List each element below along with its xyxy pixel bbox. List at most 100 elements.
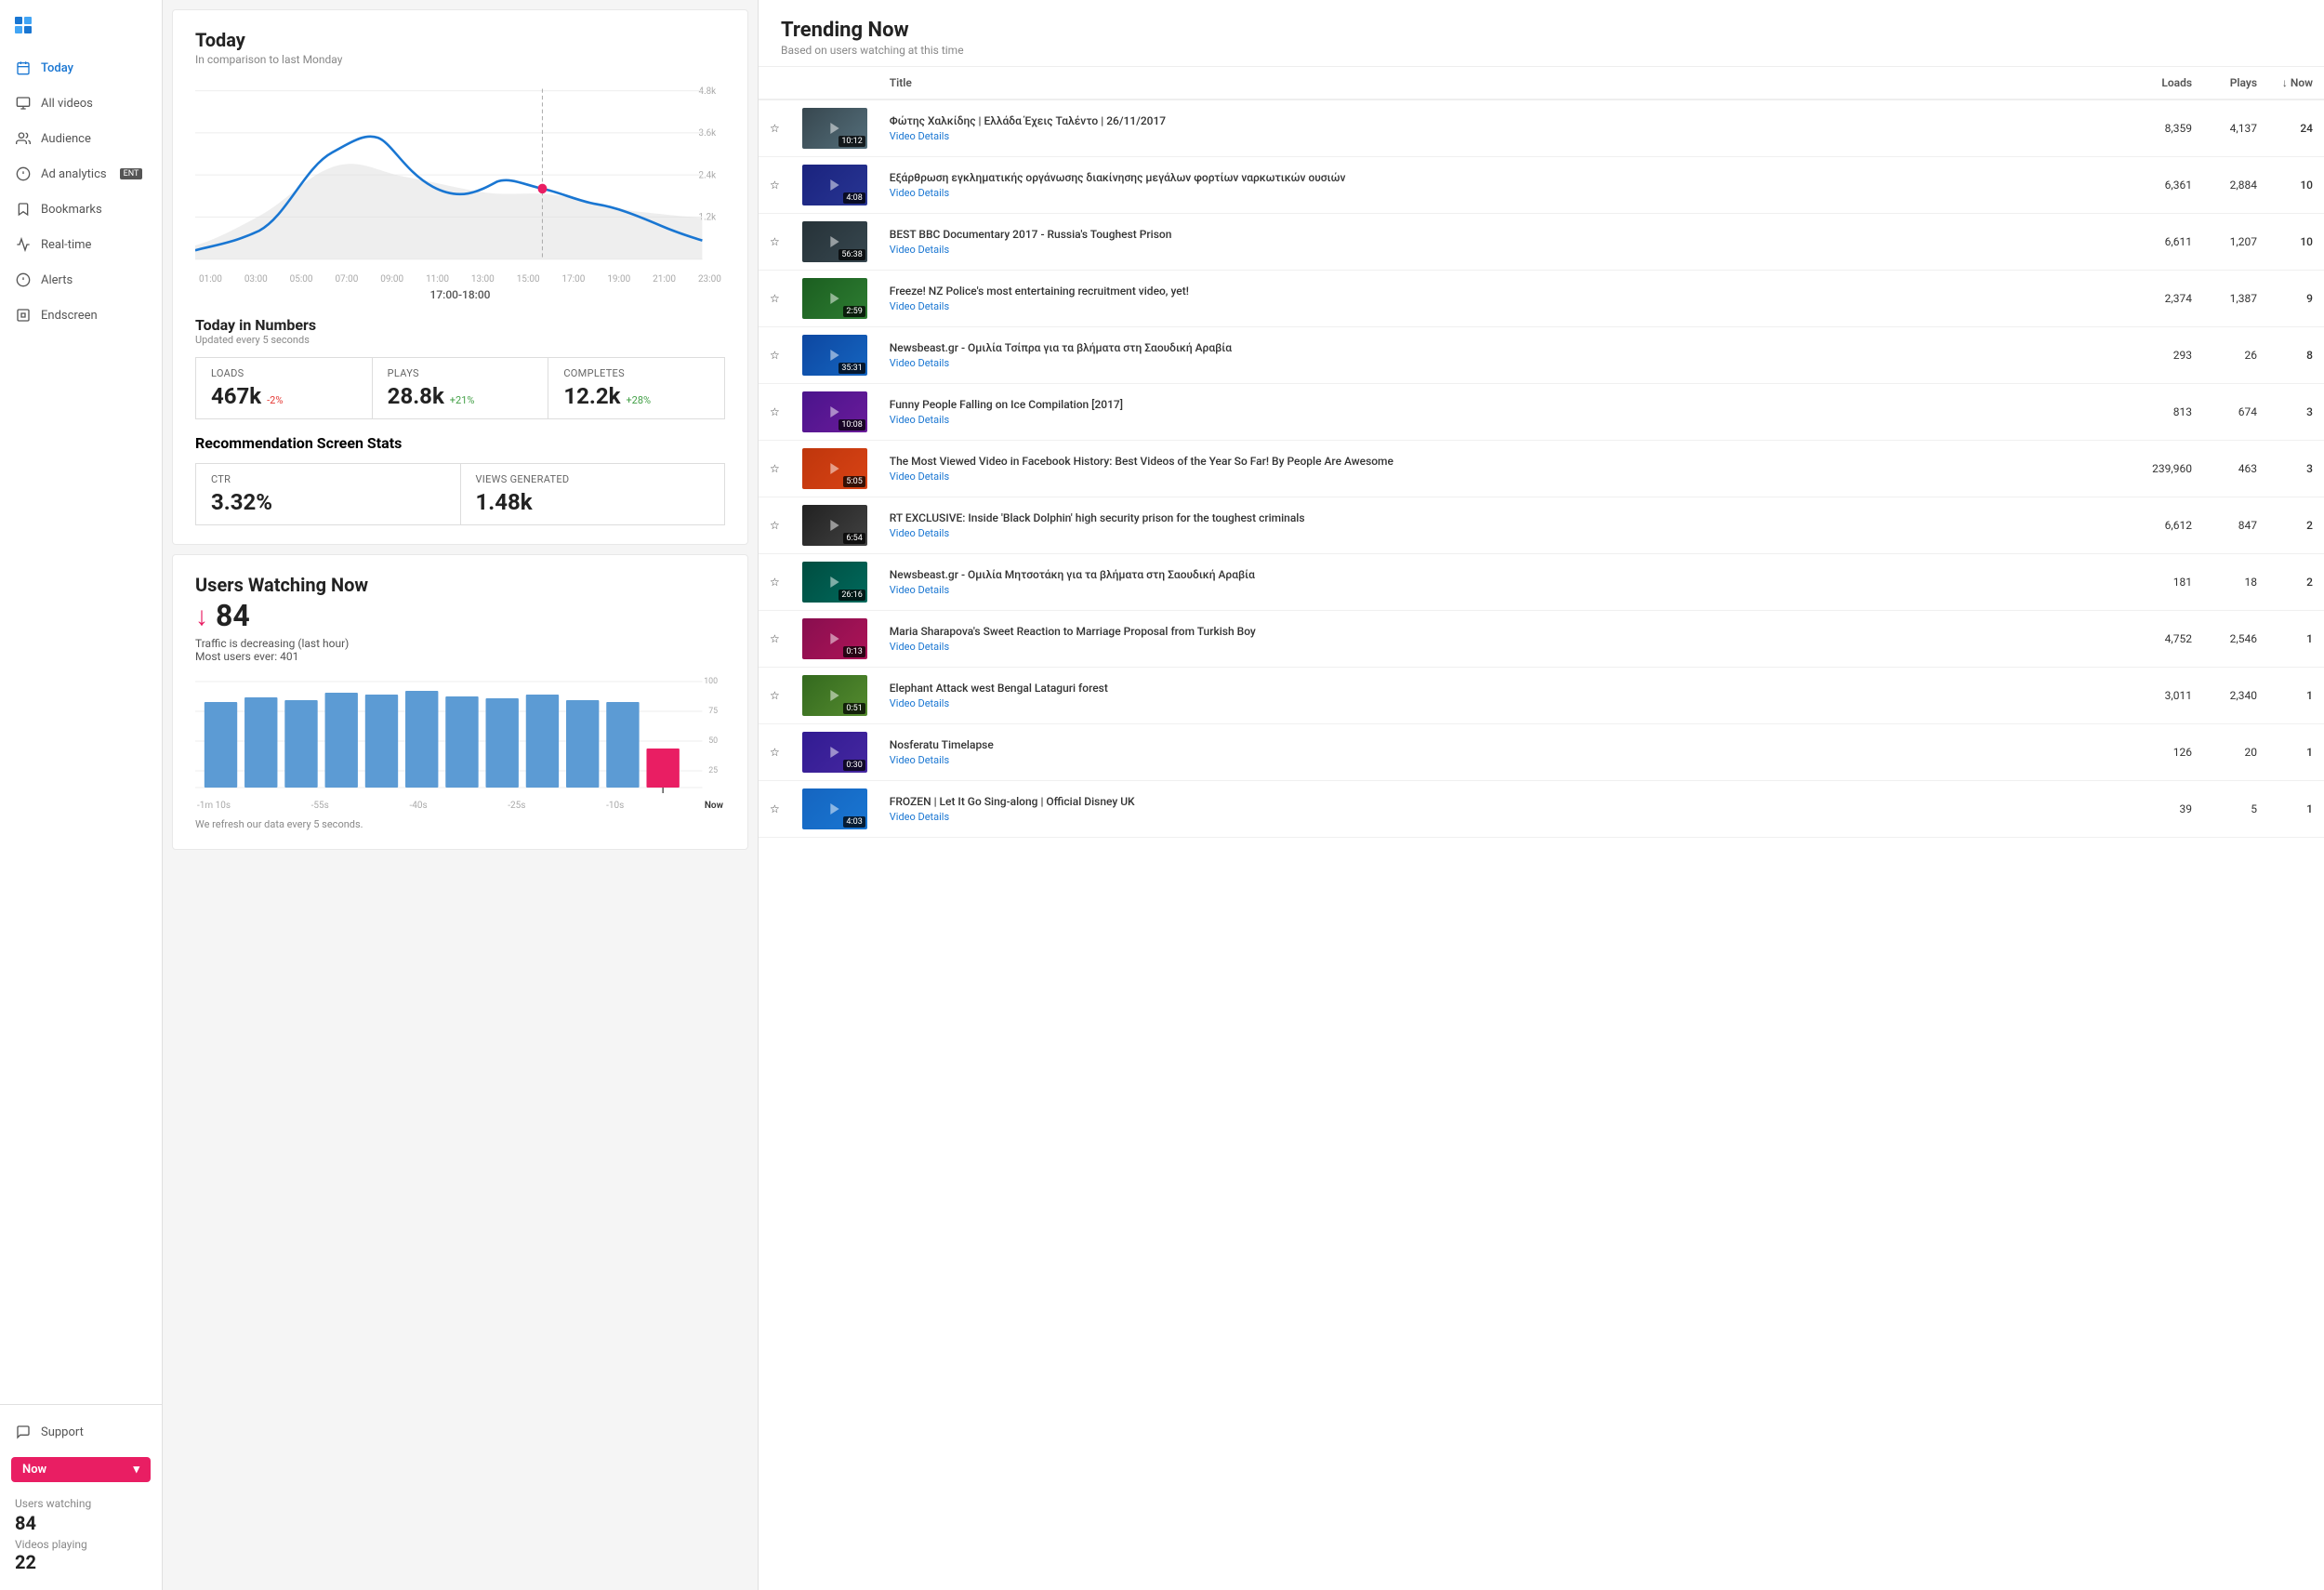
star-cell[interactable]: ☆ bbox=[759, 724, 791, 781]
watching-max-note: Most users ever: 401 bbox=[195, 650, 725, 663]
watching-traffic-note: Traffic is decreasing (last hour) bbox=[195, 637, 725, 650]
thumbnail: 2:59 bbox=[802, 278, 867, 319]
video-title: Φώτης Χαλκίδης | Ελλάδα Έχεις Ταλέντο | … bbox=[890, 114, 2118, 129]
title-cell: FROZEN | Let It Go Sing-along | Official… bbox=[878, 781, 2129, 838]
thumbnail: 4:03 bbox=[802, 788, 867, 829]
table-row: ☆ 5:05 The Most Viewed Video in Facebook… bbox=[759, 441, 2324, 497]
sidebar-item-today[interactable]: Today bbox=[0, 50, 162, 86]
title-cell: Φώτης Χαλκίδης | Ελλάδα Έχεις Ταλέντο | … bbox=[878, 99, 2129, 157]
sidebar-item-support[interactable]: Support bbox=[0, 1414, 162, 1450]
now-cell: 3 bbox=[2268, 384, 2324, 441]
sidebar-item-endscreen[interactable]: Endscreen bbox=[0, 298, 162, 333]
star-cell[interactable]: ☆ bbox=[759, 441, 791, 497]
sidebar-item-label: Audience bbox=[41, 132, 91, 146]
video-details-link[interactable]: Video Details bbox=[890, 527, 2118, 539]
video-details-link[interactable]: Video Details bbox=[890, 300, 2118, 312]
video-details-link[interactable]: Video Details bbox=[890, 187, 2118, 199]
trending-table: Title Loads Plays ↓ Now ☆ bbox=[759, 67, 2324, 838]
trending-table-header: Title Loads Plays ↓ Now bbox=[759, 67, 2324, 99]
logo-icon bbox=[15, 17, 32, 33]
sidebar-item-ad-analytics[interactable]: Ad analytics ENT bbox=[0, 156, 162, 192]
star-cell[interactable]: ☆ bbox=[759, 554, 791, 611]
video-title: RT EXCLUSIVE: Inside 'Black Dolphin' hig… bbox=[890, 511, 2118, 526]
loads-cell: 126 bbox=[2129, 724, 2203, 781]
numbers-section: Today in Numbers Updated every 5 seconds… bbox=[195, 316, 725, 419]
completes-label: Completes bbox=[563, 367, 709, 379]
views-generated-metric: Views Generated 1.48k bbox=[461, 463, 726, 525]
title-cell: Freeze! NZ Police's most entertaining re… bbox=[878, 271, 2129, 327]
sidebar-item-alerts[interactable]: Alerts bbox=[0, 262, 162, 298]
metrics-row: Loads 467k -2% Plays 28.8k +21% bbox=[195, 357, 725, 419]
star-cell[interactable]: ☆ bbox=[759, 157, 791, 214]
star-cell[interactable]: ☆ bbox=[759, 384, 791, 441]
completes-change: +28% bbox=[626, 394, 651, 406]
thumb-cell: 0:30 bbox=[791, 724, 878, 781]
thumb-cell: 2:59 bbox=[791, 271, 878, 327]
plays-cell: 26 bbox=[2203, 327, 2268, 384]
star-cell[interactable]: ☆ bbox=[759, 327, 791, 384]
video-details-link[interactable]: Video Details bbox=[890, 754, 2118, 766]
now-cell: 2 bbox=[2268, 497, 2324, 554]
star-cell[interactable]: ☆ bbox=[759, 214, 791, 271]
video-duration: 6:54 bbox=[843, 533, 865, 544]
loads-cell: 4,752 bbox=[2129, 611, 2203, 668]
star-cell[interactable]: ☆ bbox=[759, 99, 791, 157]
video-details-link[interactable]: Video Details bbox=[890, 811, 2118, 823]
star-cell[interactable]: ☆ bbox=[759, 271, 791, 327]
loads-value: 467k bbox=[211, 383, 261, 409]
video-details-link[interactable]: Video Details bbox=[890, 470, 2118, 483]
now-cell: 10 bbox=[2268, 214, 2324, 271]
loads-cell: 239,960 bbox=[2129, 441, 2203, 497]
watching-now-title: Users Watching Now bbox=[195, 574, 725, 596]
star-cell[interactable]: ☆ bbox=[759, 781, 791, 838]
sidebar-item-label: Real-time bbox=[41, 238, 91, 252]
thumb-cell: 56:38 bbox=[791, 214, 878, 271]
video-details-link[interactable]: Video Details bbox=[890, 244, 2118, 256]
recommendation-section: Recommendation Screen Stats CTR 3.32% Vi… bbox=[195, 434, 725, 525]
rec-metrics-row: CTR 3.32% Views Generated 1.48k bbox=[195, 463, 725, 525]
video-details-link[interactable]: Video Details bbox=[890, 130, 2118, 142]
trending-title: Trending Now bbox=[781, 19, 2302, 42]
plays-header: Plays bbox=[2203, 67, 2268, 99]
sidebar-item-real-time[interactable]: Real-time bbox=[0, 227, 162, 262]
svg-text:75: 75 bbox=[708, 707, 718, 716]
sidebar-item-label: All videos bbox=[41, 97, 93, 111]
star-cell[interactable]: ☆ bbox=[759, 497, 791, 554]
star-cell[interactable]: ☆ bbox=[759, 668, 791, 724]
title-header: Title bbox=[878, 67, 2129, 99]
trending-header: Trending Now Based on users watching at … bbox=[759, 0, 2324, 67]
plays-cell: 2,546 bbox=[2203, 611, 2268, 668]
chevron-down-icon: ▾ bbox=[133, 1463, 139, 1477]
plays-cell: 847 bbox=[2203, 497, 2268, 554]
loads-cell: 181 bbox=[2129, 554, 2203, 611]
completes-value: 12.2k bbox=[563, 383, 620, 409]
table-row: ☆ 10:12 Φώτης Χαλκίδης | Ελλάδα Έχεις Τα… bbox=[759, 99, 2324, 157]
chart-x-labels: 01:00 03:00 05:00 07:00 09:00 11:00 13:0… bbox=[195, 274, 725, 285]
sidebar-item-bookmarks[interactable]: Bookmarks bbox=[0, 192, 162, 227]
now-stats: Users watching 84 Videos playing 22 bbox=[0, 1490, 162, 1581]
now-cell: 1 bbox=[2268, 724, 2324, 781]
video-details-link[interactable]: Video Details bbox=[890, 357, 2118, 369]
video-duration: 0:13 bbox=[843, 646, 865, 657]
today-icon bbox=[15, 60, 32, 76]
today-subtitle: In comparison to last Monday bbox=[195, 53, 725, 66]
plays-cell: 1,387 bbox=[2203, 271, 2268, 327]
video-duration: 0:30 bbox=[843, 760, 865, 771]
title-cell: Funny People Falling on Ice Compilation … bbox=[878, 384, 2129, 441]
title-cell: RT EXCLUSIVE: Inside 'Black Dolphin' hig… bbox=[878, 497, 2129, 554]
thumb-cell: 6:54 bbox=[791, 497, 878, 554]
video-details-link[interactable]: Video Details bbox=[890, 584, 2118, 596]
sidebar-item-all-videos[interactable]: All videos bbox=[0, 86, 162, 121]
video-details-link[interactable]: Video Details bbox=[890, 414, 2118, 426]
now-button[interactable]: Now ▾ bbox=[11, 1457, 151, 1482]
star-cell[interactable]: ☆ bbox=[759, 611, 791, 668]
videos-playing-label: Videos playing bbox=[15, 1538, 147, 1551]
video-details-link[interactable]: Video Details bbox=[890, 641, 2118, 653]
thumbnail: 5:05 bbox=[802, 448, 867, 489]
svg-text:4.8k: 4.8k bbox=[699, 86, 717, 97]
now-cell: 10 bbox=[2268, 157, 2324, 214]
video-duration: 0:51 bbox=[843, 703, 865, 714]
today-title: Today bbox=[195, 29, 725, 51]
sidebar-item-audience[interactable]: Audience bbox=[0, 121, 162, 156]
video-details-link[interactable]: Video Details bbox=[890, 697, 2118, 709]
